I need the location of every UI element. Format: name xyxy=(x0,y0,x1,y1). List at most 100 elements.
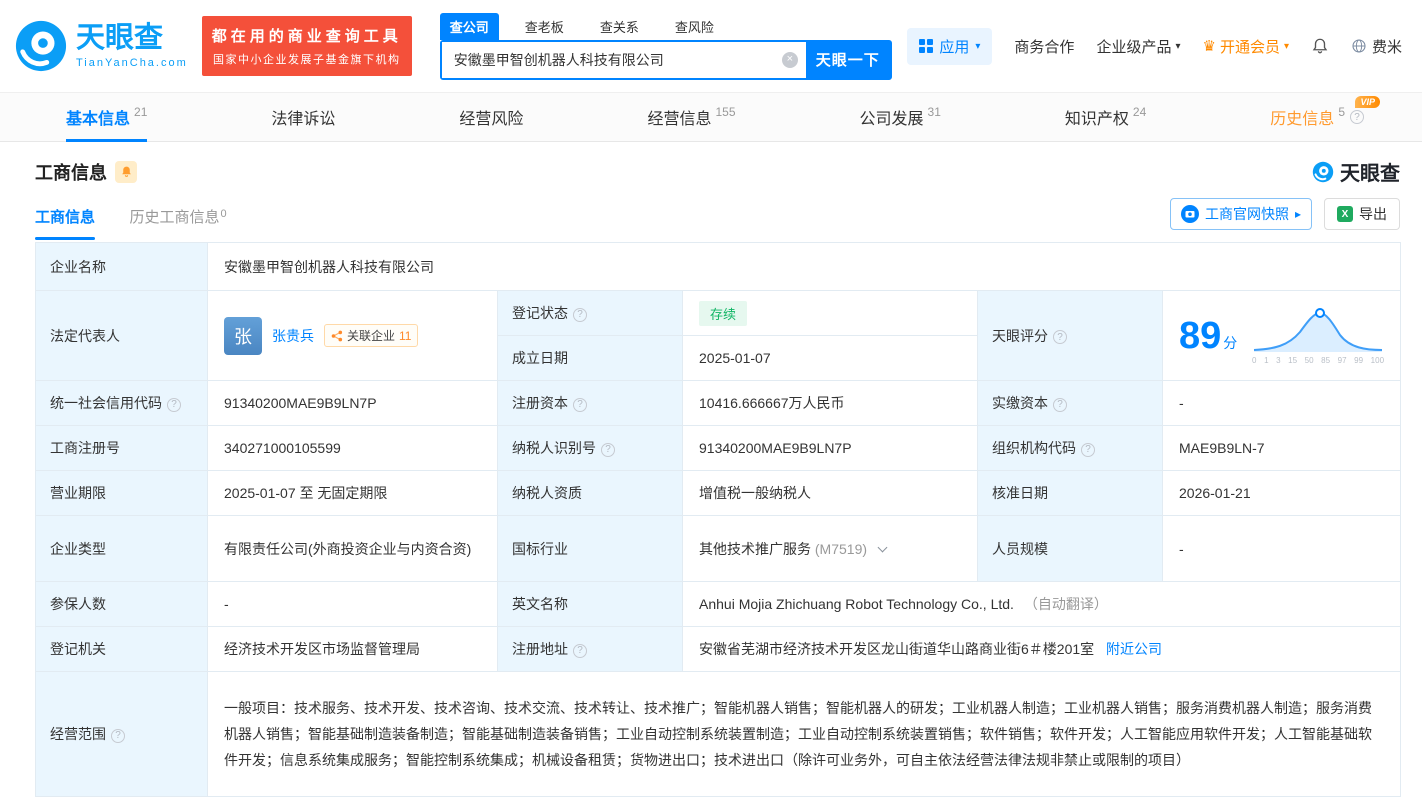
credit-code-label: 统一社会信用代码? xyxy=(36,381,208,426)
vip-badge: VIP xyxy=(1355,96,1380,108)
status-badge: 存续 xyxy=(699,301,747,326)
related-companies-tag[interactable]: 关联企业 11 xyxy=(324,324,418,347)
subtab-label: 历史工商信息 xyxy=(129,209,219,226)
tab-label: 经营风险 xyxy=(459,105,523,129)
help-icon[interactable]: ? xyxy=(1350,110,1364,124)
tab-intellectual-property[interactable]: 知识产权 24 xyxy=(1065,93,1146,141)
industry-value: 其他技术推广服务 (M7519) xyxy=(683,516,978,582)
search-input[interactable] xyxy=(442,42,806,78)
subtab-business-registration[interactable]: 工商信息 xyxy=(35,206,95,240)
help-icon[interactable]: ? xyxy=(601,443,615,457)
crown-icon: ♛ xyxy=(1202,37,1215,55)
industry-code: (M7519) xyxy=(815,541,867,557)
subtab-count: 0 xyxy=(220,208,226,220)
tianyancha-watermark: 天眼查 xyxy=(1312,157,1400,186)
tab-count: 155 xyxy=(715,105,735,119)
globe-icon xyxy=(1351,38,1367,54)
export-label: 导出 xyxy=(1359,204,1387,224)
score-label: 天眼评分? xyxy=(978,291,1163,381)
vip-label: 开通会员 xyxy=(1220,36,1280,57)
score-chart-axis: 013 155085 9799100 xyxy=(1252,356,1384,365)
search-tab-boss[interactable]: 查老板 xyxy=(515,13,574,40)
tab-legal-proceedings[interactable]: 法律诉讼 xyxy=(271,93,335,141)
reg-capital-label: 注册资本? xyxy=(498,381,683,426)
tab-label: 经营信息 xyxy=(647,105,711,129)
brand-name: 天眼查 xyxy=(76,24,188,53)
menu-enterprise-products[interactable]: 企业级产品 ▾ xyxy=(1096,36,1180,57)
promo-line1: 都在用的商业查询工具 xyxy=(212,25,402,46)
help-icon[interactable]: ? xyxy=(1053,330,1067,344)
tianyan-score[interactable]: 89分 013 155085 9799100 xyxy=(1179,306,1384,365)
tab-basic-info[interactable]: 基本信息 21 xyxy=(66,93,147,141)
help-icon[interactable]: ? xyxy=(573,308,587,322)
tianyancha-logo[interactable]: 天眼查 TianYanCha.com xyxy=(14,19,188,73)
official-snapshot-button[interactable]: 工商官网快照 ▸ xyxy=(1170,198,1312,230)
menu-business-cooperation[interactable]: 商务合作 xyxy=(1014,36,1074,57)
org-code-label: 组织机构代码? xyxy=(978,426,1163,471)
company-name-value: 安徽墨甲智创机器人科技有限公司 xyxy=(208,243,1401,291)
taxpayer-quality-label: 纳税人资质 xyxy=(498,471,683,516)
snapshot-camera-icon xyxy=(1181,205,1199,223)
subtab-history-registration[interactable]: 历史工商信息0 xyxy=(129,206,226,240)
establish-date-value: 2025-01-07 xyxy=(683,336,978,381)
paid-capital-value: - xyxy=(1163,381,1401,426)
clear-search-icon[interactable]: × xyxy=(782,52,798,68)
reg-authority-value: 经济技术开发区市场监督管理局 xyxy=(208,627,498,672)
export-button[interactable]: X 导出 xyxy=(1324,198,1400,230)
search-button[interactable]: 天眼一下 xyxy=(806,42,890,78)
tab-business-info[interactable]: 经营信息 155 xyxy=(647,93,735,141)
nearby-companies-link[interactable]: 附近公司 xyxy=(1106,641,1162,657)
taxpayer-id-value: 91340200MAE9B9LN7P xyxy=(683,426,978,471)
search-tab-relation[interactable]: 查关系 xyxy=(590,13,649,40)
tab-history-info[interactable]: VIP 历史信息 5 ? xyxy=(1270,93,1364,141)
logo-text: 天眼查 TianYanCha.com xyxy=(76,24,188,69)
promo-line2: 国家中小企业发展子基金旗下机构 xyxy=(212,51,402,67)
legal-rep-name-link[interactable]: 张贵兵 xyxy=(272,326,314,346)
help-icon[interactable]: ? xyxy=(111,729,125,743)
help-icon[interactable]: ? xyxy=(167,398,181,412)
user-menu[interactable]: 费米 xyxy=(1351,36,1402,57)
snapshot-label: 工商官网快照 xyxy=(1205,204,1289,224)
insured-count-value: - xyxy=(208,582,498,627)
legal-rep-avatar[interactable]: 张 xyxy=(224,317,262,355)
tab-label: 基本信息 xyxy=(66,105,130,129)
monitor-bell-icon[interactable] xyxy=(115,161,137,183)
staff-size-value: - xyxy=(1163,516,1401,582)
tab-business-risk[interactable]: 经营风险 xyxy=(459,93,523,141)
paid-capital-label: 实缴资本? xyxy=(978,381,1163,426)
reg-address-value: 安徽省芜湖市经济技术开发区龙山街道华山路商业街6＃楼201室 附近公司 xyxy=(683,627,1401,672)
top-menu: 应用 ▾ 商务合作 企业级产品 ▾ ♛ 开通会员 ▾ xyxy=(907,28,1408,65)
company-type-label: 企业类型 xyxy=(36,516,208,582)
help-icon[interactable]: ? xyxy=(573,398,587,412)
main-nav: 基本信息 21 法律诉讼 经营风险 经营信息 155 公司发展 31 知识产权 … xyxy=(0,92,1422,142)
enterprise-label: 企业级产品 xyxy=(1096,36,1171,57)
approval-date-label: 核准日期 xyxy=(978,471,1163,516)
search-tab-company[interactable]: 查公司 xyxy=(440,13,499,40)
search-tab-risk[interactable]: 查风险 xyxy=(665,13,724,40)
help-icon[interactable]: ? xyxy=(1081,443,1095,457)
tab-label: 法律诉讼 xyxy=(271,105,335,129)
industry-label: 国标行业 xyxy=(498,516,683,582)
company-type-value: 有限责任公司(外商投资企业与内资合资) xyxy=(208,516,498,582)
help-icon[interactable]: ? xyxy=(1053,398,1067,412)
company-name-label: 企业名称 xyxy=(36,243,208,291)
promo-banner: 都在用的商业查询工具 国家中小企业发展子基金旗下机构 xyxy=(202,16,412,76)
tab-count: 31 xyxy=(928,105,941,119)
score-value: 89分 013 155085 9799100 xyxy=(1163,291,1401,381)
help-icon[interactable]: ? xyxy=(573,644,587,658)
chevron-down-icon[interactable] xyxy=(877,542,887,552)
tab-label: 历史信息 xyxy=(1270,105,1334,129)
apps-button[interactable]: 应用 ▾ xyxy=(907,28,992,65)
auto-translate-note: （自动翻译） xyxy=(1024,596,1108,612)
english-name-label: 英文名称 xyxy=(498,582,683,627)
top-header: 天眼查 TianYanCha.com 都在用的商业查询工具 国家中小企业发展子基… xyxy=(0,0,1422,92)
tab-count: 21 xyxy=(134,105,147,119)
chevron-down-icon: ▾ xyxy=(1175,41,1180,52)
tab-count: 24 xyxy=(1133,105,1146,119)
notification-bell-icon[interactable] xyxy=(1311,37,1329,55)
tab-company-development[interactable]: 公司发展 31 xyxy=(860,93,941,141)
insured-count-label: 参保人数 xyxy=(36,582,208,627)
menu-open-vip[interactable]: ♛ 开通会员 ▾ xyxy=(1202,36,1289,57)
score-chart: 013 155085 9799100 xyxy=(1252,306,1384,365)
taxpayer-quality-value: 增值税一般纳税人 xyxy=(683,471,978,516)
